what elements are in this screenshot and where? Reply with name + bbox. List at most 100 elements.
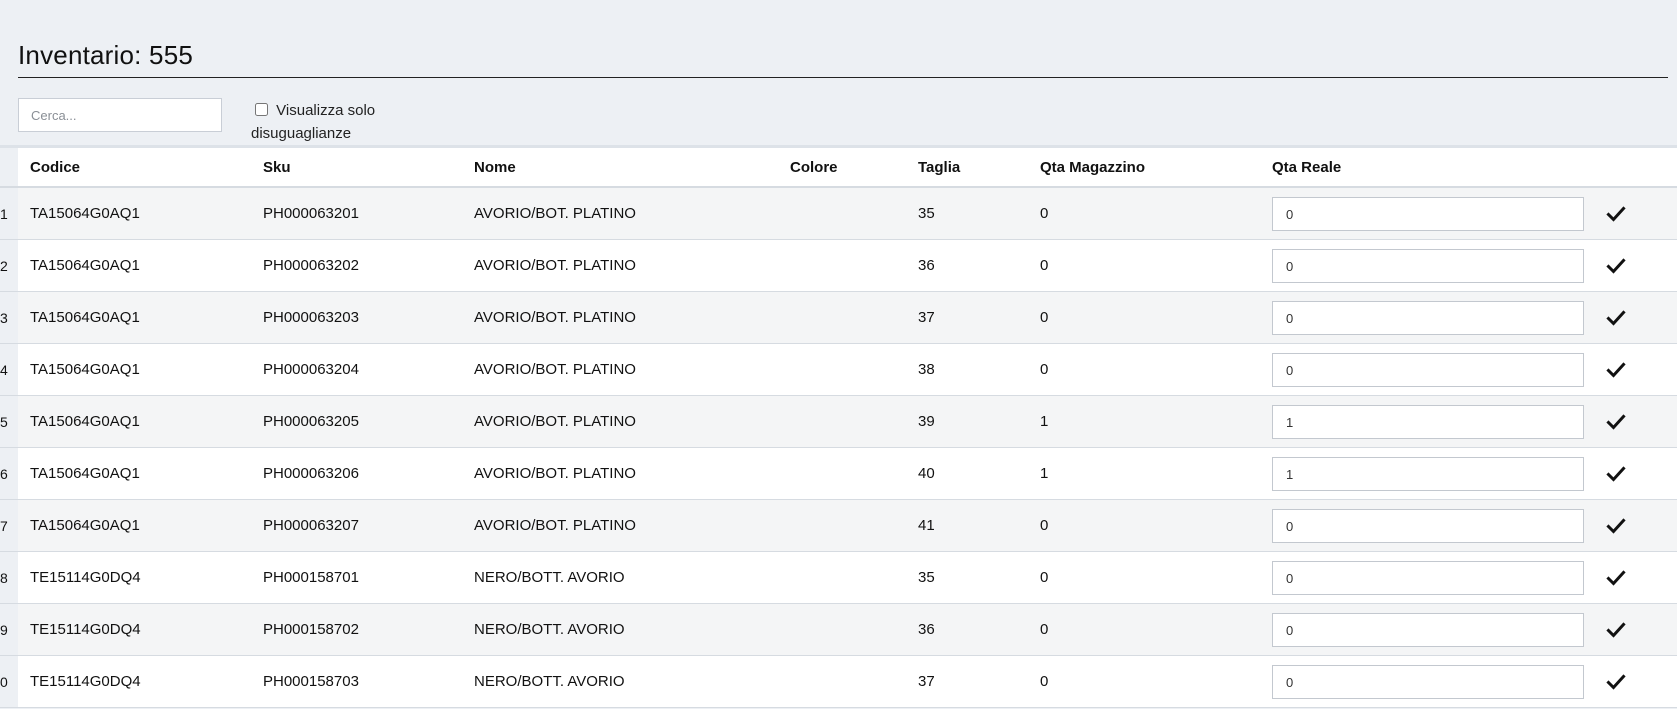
cell-taglia: 36 — [918, 621, 935, 638]
cell-sku: PH000063201 — [263, 205, 359, 222]
checkmark-icon[interactable] — [1606, 360, 1626, 380]
cell-qta-magazzino: 0 — [1040, 257, 1049, 274]
qta-reale-input[interactable] — [1272, 509, 1584, 543]
table-row: 9 TE15114G0DQ4 PH000158702 NERO/BOTT. AV… — [0, 604, 1677, 656]
row-index: 7 — [0, 517, 8, 534]
cell-nome: NERO/BOTT. AVORIO — [474, 569, 625, 586]
row-index: 8 — [0, 569, 8, 586]
cell-taglia: 37 — [918, 309, 935, 326]
qta-reale-input[interactable] — [1272, 301, 1584, 335]
cell-sku: PH000063202 — [263, 257, 359, 274]
row-index: 3 — [0, 309, 8, 326]
cell-nome: AVORIO/BOT. PLATINO — [474, 361, 636, 378]
cell-nome: NERO/BOTT. AVORIO — [474, 673, 625, 690]
filter-inequalities-checkbox[interactable] — [255, 103, 268, 116]
page-title: Inventario: 555 — [18, 40, 194, 70]
row-index: 6 — [0, 465, 8, 482]
cell-taglia: 35 — [918, 569, 935, 586]
header-nome[interactable]: Nome — [474, 148, 516, 186]
cell-nome: NERO/BOTT. AVORIO — [474, 621, 625, 638]
row-index: 1 — [0, 205, 8, 222]
checkmark-icon-svg — [1606, 206, 1626, 222]
table-row: 6 TA15064G0AQ1 PH000063206 AVORIO/BOT. P… — [0, 448, 1677, 500]
qta-reale-input[interactable] — [1272, 353, 1584, 387]
cell-taglia: 38 — [918, 361, 935, 378]
cell-qta-magazzino: 1 — [1040, 413, 1049, 430]
cell-qta-magazzino: 0 — [1040, 569, 1049, 586]
checkmark-icon[interactable] — [1606, 412, 1626, 432]
table-row: 4 TA15064G0AQ1 PH000063204 AVORIO/BOT. P… — [0, 344, 1677, 396]
checkmark-icon[interactable] — [1606, 464, 1626, 484]
checkmark-icon[interactable] — [1606, 204, 1626, 224]
cell-nome: AVORIO/BOT. PLATINO — [474, 413, 636, 430]
header-qta-reale[interactable]: Qta Reale — [1272, 148, 1341, 186]
cell-taglia: 39 — [918, 413, 935, 430]
table-row: 8 TE15114G0DQ4 PH000158701 NERO/BOTT. AV… — [0, 552, 1677, 604]
qta-reale-input[interactable] — [1272, 249, 1584, 283]
filter-inequalities[interactable]: Visualizza solo disuguaglianze — [251, 99, 401, 145]
checkmark-icon[interactable] — [1606, 256, 1626, 276]
header-qta-magazzino[interactable]: Qta Magazzino — [1040, 148, 1145, 186]
cell-taglia: 37 — [918, 673, 935, 690]
checkmark-icon-svg — [1606, 258, 1626, 274]
checkmark-icon[interactable] — [1606, 308, 1626, 328]
cell-sku: PH000063204 — [263, 361, 359, 378]
cell-qta-magazzino: 0 — [1040, 673, 1049, 690]
cell-sku: PH000158703 — [263, 673, 359, 690]
checkmark-icon-svg — [1606, 570, 1626, 586]
cell-qta-magazzino: 0 — [1040, 309, 1049, 326]
checkmark-icon[interactable] — [1606, 620, 1626, 640]
qta-reale-input[interactable] — [1272, 561, 1584, 595]
cell-sku: PH000063206 — [263, 465, 359, 482]
inventory-table: Codice Sku Nome Colore Taglia Qta Magazz… — [0, 145, 1677, 708]
checkmark-icon-svg — [1606, 466, 1626, 482]
cell-codice: TA15064G0AQ1 — [30, 257, 140, 274]
checkmark-icon-svg — [1606, 518, 1626, 534]
cell-qta-magazzino: 0 — [1040, 205, 1049, 222]
cell-codice: TA15064G0AQ1 — [30, 205, 140, 222]
row-index: 2 — [0, 257, 8, 274]
checkmark-icon-svg — [1606, 674, 1626, 690]
cell-qta-magazzino: 0 — [1040, 517, 1049, 534]
checkmark-icon-svg — [1606, 362, 1626, 378]
header-colore[interactable]: Colore — [790, 148, 838, 186]
cell-qta-magazzino: 0 — [1040, 621, 1049, 638]
row-index: 9 — [0, 621, 8, 638]
qta-reale-input[interactable] — [1272, 457, 1584, 491]
table-body: 1 TA15064G0AQ1 PH000063201 AVORIO/BOT. P… — [0, 188, 1677, 708]
cell-codice: TA15064G0AQ1 — [30, 361, 140, 378]
qta-reale-input[interactable] — [1272, 613, 1584, 647]
cell-nome: AVORIO/BOT. PLATINO — [474, 517, 636, 534]
cell-qta-magazzino: 0 — [1040, 361, 1049, 378]
cell-codice: TE15114G0DQ4 — [30, 673, 141, 690]
inventory-page: Inventario: 555 Visualizza solo disuguag… — [0, 0, 1677, 709]
qta-reale-input[interactable] — [1272, 665, 1584, 699]
table-row: 2 TA15064G0AQ1 PH000063202 AVORIO/BOT. P… — [0, 240, 1677, 292]
cell-nome: AVORIO/BOT. PLATINO — [474, 257, 636, 274]
checkmark-icon[interactable] — [1606, 516, 1626, 536]
table-row: 0 TE15114G0DQ4 PH000158703 NERO/BOTT. AV… — [0, 656, 1677, 708]
search-input[interactable] — [18, 98, 222, 132]
qta-reale-input[interactable] — [1272, 197, 1584, 231]
cell-taglia: 36 — [918, 257, 935, 274]
qta-reale-input[interactable] — [1272, 405, 1584, 439]
cell-codice: TA15064G0AQ1 — [30, 413, 140, 430]
checkmark-icon[interactable] — [1606, 568, 1626, 588]
table-header: Codice Sku Nome Colore Taglia Qta Magazz… — [0, 148, 1677, 188]
cell-taglia: 41 — [918, 517, 935, 534]
cell-sku: PH000063203 — [263, 309, 359, 326]
header-codice[interactable]: Codice — [30, 148, 80, 186]
row-index: 0 — [0, 673, 8, 690]
cell-qta-magazzino: 1 — [1040, 465, 1049, 482]
cell-sku: PH000158701 — [263, 569, 359, 586]
header-sku[interactable]: Sku — [263, 148, 291, 186]
cell-codice: TA15064G0AQ1 — [30, 465, 140, 482]
row-index: 5 — [0, 413, 8, 430]
table-row: 1 TA15064G0AQ1 PH000063201 AVORIO/BOT. P… — [0, 188, 1677, 240]
header-taglia[interactable]: Taglia — [918, 148, 960, 186]
table-row: 7 TA15064G0AQ1 PH000063207 AVORIO/BOT. P… — [0, 500, 1677, 552]
cell-nome: AVORIO/BOT. PLATINO — [474, 309, 636, 326]
table-row: 3 TA15064G0AQ1 PH000063203 AVORIO/BOT. P… — [0, 292, 1677, 344]
checkmark-icon[interactable] — [1606, 672, 1626, 692]
cell-codice: TE15114G0DQ4 — [30, 621, 141, 638]
